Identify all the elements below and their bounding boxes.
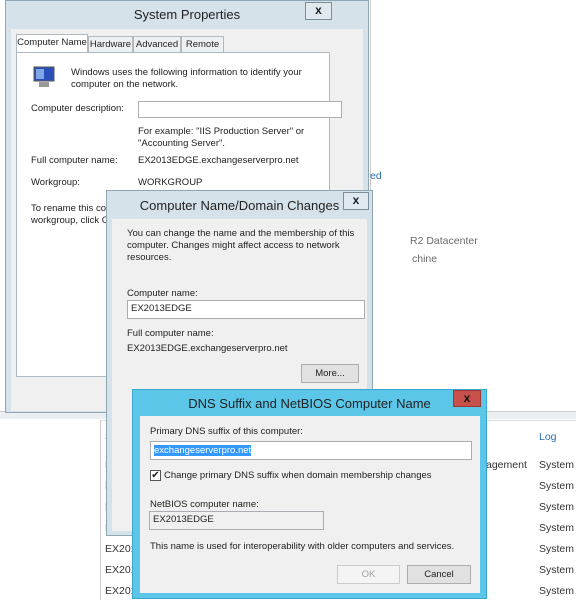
dns-suffix-dialog: DNS Suffix and NetBIOS Computer Name x P… — [132, 389, 487, 599]
computer-description-input[interactable] — [138, 101, 342, 118]
close-button[interactable]: x — [453, 390, 481, 407]
dns-suffix-input[interactable]: exchangeserverpro.net — [150, 441, 472, 460]
computer-icon — [31, 65, 57, 89]
col-log[interactable]: Log — [539, 431, 557, 443]
full-name-value: EX2013EDGE.exchangeserverpro.net — [138, 155, 299, 166]
more-button[interactable]: More... — [301, 364, 359, 383]
dialog-title: DNS Suffix and NetBIOS Computer Name — [188, 396, 431, 411]
computer-name-input[interactable]: EX2013EDGE — [127, 300, 365, 319]
dns-change-checkbox[interactable]: ✔ — [150, 470, 161, 481]
link-fragment[interactable]: ed — [370, 170, 382, 182]
computer-name-label: Computer name: — [127, 288, 198, 299]
example-text: For example: "IIS Production Server" or … — [138, 126, 305, 149]
tab-remote[interactable]: Remote — [181, 36, 224, 52]
dialog-body: Primary DNS suffix of this computer: exc… — [140, 416, 480, 593]
netbios-label: NetBIOS computer name: — [150, 499, 259, 510]
tab-computer-name[interactable]: Computer Name — [16, 34, 88, 52]
machine-fragment: chine — [412, 253, 438, 265]
workgroup-label: Workgroup: — [31, 177, 80, 188]
ok-button[interactable]: OK — [337, 565, 400, 584]
dns-suffix-label: Primary DNS suffix of this computer: — [150, 426, 303, 437]
log-cell: System — [539, 480, 575, 492]
info-text: This name is used for interoperability w… — [150, 541, 455, 552]
full-name-label: Full computer name: — [31, 155, 118, 166]
checkbox-label[interactable]: Change primary DNS suffix when domain me… — [164, 470, 432, 481]
os-fragment: R2 Datacenter — [410, 235, 478, 247]
close-button[interactable]: x — [305, 2, 332, 20]
intro-text: You can change the name and the membersh… — [127, 228, 355, 263]
selected-text: exchangeserverpro.net — [154, 445, 252, 456]
log-cell: System — [539, 501, 575, 513]
cancel-button[interactable]: Cancel — [407, 565, 471, 584]
full-name-label: Full computer name: — [127, 328, 214, 339]
full-name-value: EX2013EDGE.exchangeserverpro.net — [127, 343, 288, 354]
description-label: Computer description: — [31, 103, 124, 114]
workgroup-value: WORKGROUP — [138, 177, 203, 188]
netbios-name-field: EX2013EDGE — [149, 511, 324, 530]
intro-text: Windows uses the following information t… — [71, 67, 302, 90]
log-cell: System — [539, 522, 575, 534]
tab-hardware[interactable]: Hardware — [88, 36, 133, 52]
log-cell: System — [539, 459, 575, 471]
source-fragment: agement — [486, 459, 527, 471]
tab-advanced[interactable]: Advanced — [133, 36, 181, 52]
window-title: Computer Name/Domain Changes — [139, 198, 340, 213]
log-cell: System — [539, 543, 575, 555]
log-cell: System — [539, 564, 575, 576]
log-cell: System — [539, 585, 575, 597]
close-button[interactable]: x — [343, 192, 369, 210]
